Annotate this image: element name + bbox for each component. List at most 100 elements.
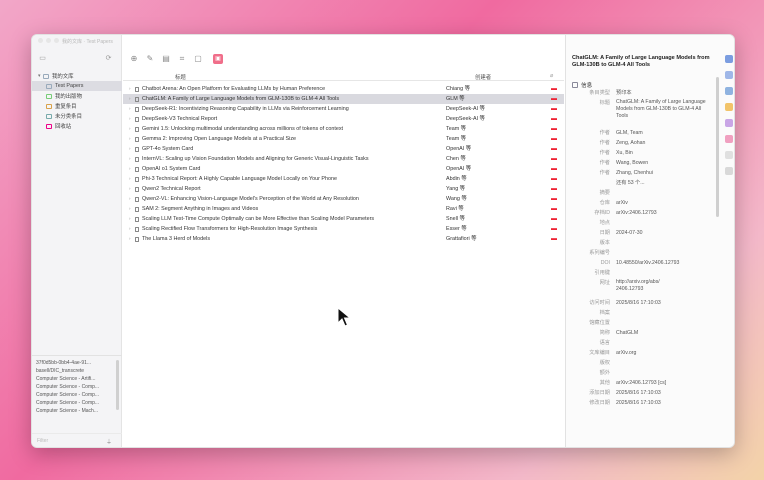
new-note-icon[interactable]: ▤ <box>161 54 171 64</box>
tag-item[interactable]: Computer Science - Artifi... <box>32 375 112 383</box>
tag-item[interactable]: Computer Science - Mach... <box>32 407 112 415</box>
pdf-attachment-icon[interactable]: ▬ <box>551 124 557 134</box>
abstract-nav-icon[interactable] <box>725 71 733 79</box>
minimize-window-button[interactable] <box>46 38 51 43</box>
field-value[interactable]: arXiv:2406.12793 <box>616 208 712 218</box>
notes-nav-icon[interactable] <box>725 103 733 111</box>
expand-caret-icon[interactable]: ▾ <box>38 73 42 79</box>
pdf-attachment-icon[interactable]: ▬ <box>551 104 557 114</box>
locate-icon[interactable]: ▢ <box>193 54 203 64</box>
expand-row-icon[interactable]: › <box>129 134 131 144</box>
field-value[interactable]: 还有 53 个... <box>616 178 712 188</box>
table-row[interactable]: › DeepSeek-R1: Incentivizing Reasoning Ca… <box>123 104 564 114</box>
expand-row-icon[interactable]: › <box>129 84 131 94</box>
table-row[interactable]: › The Llama 3 Herd of Models Grattafiori 等… <box>123 234 564 244</box>
field-value[interactable]: 2025/8/16 17:10:03 <box>616 298 712 308</box>
new-item-icon[interactable]: ⊕ <box>129 54 139 64</box>
libraries-nav-icon[interactable] <box>725 119 733 127</box>
field-value[interactable]: Wang, Bowen <box>616 158 712 168</box>
table-row[interactable]: › InternVL: Scaling up Vision Foundation … <box>123 154 564 164</box>
field-value[interactable]: 2025/8/16 17:10:03 <box>616 388 712 398</box>
field-value[interactable]: arXiv <box>616 198 712 208</box>
zoom-window-button[interactable] <box>54 38 59 43</box>
attachment-column-icon[interactable]: ⌀ <box>550 73 553 79</box>
expand-row-icon[interactable]: › <box>129 114 131 124</box>
field-value[interactable]: 预印本 <box>616 88 712 98</box>
tag-scrollbar[interactable] <box>116 360 119 410</box>
pdf-attachment-icon[interactable]: ▬ <box>551 194 557 204</box>
add-by-identifier-icon[interactable]: ✎ <box>145 54 155 64</box>
field-value[interactable]: arXiv.org <box>616 348 712 358</box>
table-row[interactable]: › Scaling LLM Test-Time Compute Optimally… <box>123 214 564 224</box>
expand-row-icon[interactable]: › <box>129 104 131 114</box>
locate-nav-icon[interactable] <box>725 167 733 175</box>
close-window-button[interactable] <box>38 38 43 43</box>
sidebar-item-2[interactable]: 我的出版物 <box>32 91 122 101</box>
tag-item[interactable]: Computer Science - Comp... <box>32 383 112 391</box>
expand-row-icon[interactable]: › <box>129 174 131 184</box>
pdf-attachment-icon[interactable]: ▬ <box>551 94 557 104</box>
table-row[interactable]: › Scaling Rectified Flow Transformers for… <box>123 224 564 234</box>
pdf-attachment-icon[interactable]: ▬ <box>551 84 557 94</box>
new-collection-icon[interactable]: ▭ <box>38 55 47 63</box>
expand-row-icon[interactable]: › <box>129 94 131 104</box>
pdf-attachment-icon[interactable]: ▬ <box>551 164 557 174</box>
table-row[interactable]: › ChatGLM: A Family of Large Language Mod… <box>123 94 564 104</box>
table-row[interactable]: › Chatbot Arena: An Open Platform for Eva… <box>123 84 564 94</box>
pdf-reader-icon[interactable]: ▣ <box>213 54 223 64</box>
tag-item[interactable]: 37f0d5bb-0bb4-4ae-91... <box>32 359 112 367</box>
table-row[interactable]: › SAM 2: Segment Anything in Images and V… <box>123 204 564 214</box>
table-row[interactable]: › Qwen2-VL: Enhancing Vision-Language Mod… <box>123 194 564 204</box>
field-value[interactable]: GLM, Team <box>616 128 712 138</box>
item-pane-scrollbar[interactable] <box>716 77 719 217</box>
pdf-attachment-icon[interactable]: ▬ <box>551 184 557 194</box>
sidebar-item-1[interactable]: Test Papers <box>32 81 122 91</box>
field-value[interactable]: ChatGLM <box>616 328 712 338</box>
table-row[interactable]: › Phi-3 Technical Report: A Highly Capabl… <box>123 174 564 184</box>
pdf-attachment-icon[interactable]: ▬ <box>551 144 557 154</box>
pdf-attachment-icon[interactable]: ▬ <box>551 204 557 214</box>
expand-row-icon[interactable]: › <box>129 164 131 174</box>
column-creator-header[interactable]: 创建者 <box>475 73 491 81</box>
expand-row-icon[interactable]: › <box>129 204 131 214</box>
pdf-attachment-icon[interactable]: ▬ <box>551 114 557 124</box>
sync-icon[interactable]: ⟳ <box>104 55 113 63</box>
table-row[interactable]: › OpenAI o1 System Card OpenAI 等 ▬ <box>123 164 564 174</box>
field-value[interactable]: http://arxiv.org/abs/2406.12793 <box>616 278 660 293</box>
table-row[interactable]: › Gemma 2: Improving Open Language Models… <box>123 134 564 144</box>
pdf-attachment-icon[interactable]: ▬ <box>551 214 557 224</box>
tag-item[interactable]: Computer Science - Comp... <box>32 391 112 399</box>
tag-item[interactable]: basell/DIC_transcrete <box>32 367 112 375</box>
tag-filter[interactable]: Filter ⏚ <box>32 433 122 447</box>
tag-filter-input[interactable]: Filter <box>37 438 48 444</box>
field-value[interactable]: ChatGLM: A Family of Large Language Mode… <box>616 98 712 120</box>
field-value[interactable]: 2025/8/16 17:10:03 <box>616 398 712 408</box>
field-value[interactable]: 2024-07-30 <box>616 228 712 238</box>
table-row[interactable]: › Qwen2 Technical Report Yang 等 ▬ <box>123 184 564 194</box>
pdf-attachment-icon[interactable]: ▬ <box>551 234 557 244</box>
sidebar-item-3[interactable]: 重复条目 <box>32 101 122 111</box>
pdf-attachment-icon[interactable]: ▬ <box>551 154 557 164</box>
tags-nav-icon[interactable] <box>725 135 733 143</box>
pdf-attachment-icon[interactable]: ▬ <box>551 224 557 234</box>
expand-row-icon[interactable]: › <box>129 124 131 134</box>
pdf-attachment-icon[interactable]: ▬ <box>551 174 557 184</box>
field-value[interactable]: Xu, Bin <box>616 148 712 158</box>
field-value[interactable]: 10.48550/arXiv.2406.12793 <box>616 258 712 268</box>
expand-row-icon[interactable]: › <box>129 154 131 164</box>
column-title-header[interactable]: 标题 <box>175 73 186 81</box>
field-value[interactable]: arXiv:2406.12793 [cs] <box>616 378 712 388</box>
tag-item[interactable]: Computer Science - Comp... <box>32 399 112 407</box>
filter-icon[interactable]: ⏚ <box>106 437 112 446</box>
field-value[interactable]: Zeng, Aohan <box>616 138 712 148</box>
table-row[interactable]: › DeepSeek-V3 Technical Report DeepSeek-AI… <box>123 114 564 124</box>
expand-row-icon[interactable]: › <box>129 144 131 154</box>
info-nav-icon[interactable] <box>725 55 733 63</box>
expand-row-icon[interactable]: › <box>129 224 131 234</box>
pdf-attachment-icon[interactable]: ▬ <box>551 134 557 144</box>
attachments-nav-icon[interactable] <box>725 87 733 95</box>
table-row[interactable]: › GPT-4o System Card OpenAI 等 ▬ <box>123 144 564 154</box>
sidebar-item-4[interactable]: 未分类条目 <box>32 111 122 121</box>
expand-row-icon[interactable]: › <box>129 184 131 194</box>
expand-row-icon[interactable]: › <box>129 234 131 244</box>
